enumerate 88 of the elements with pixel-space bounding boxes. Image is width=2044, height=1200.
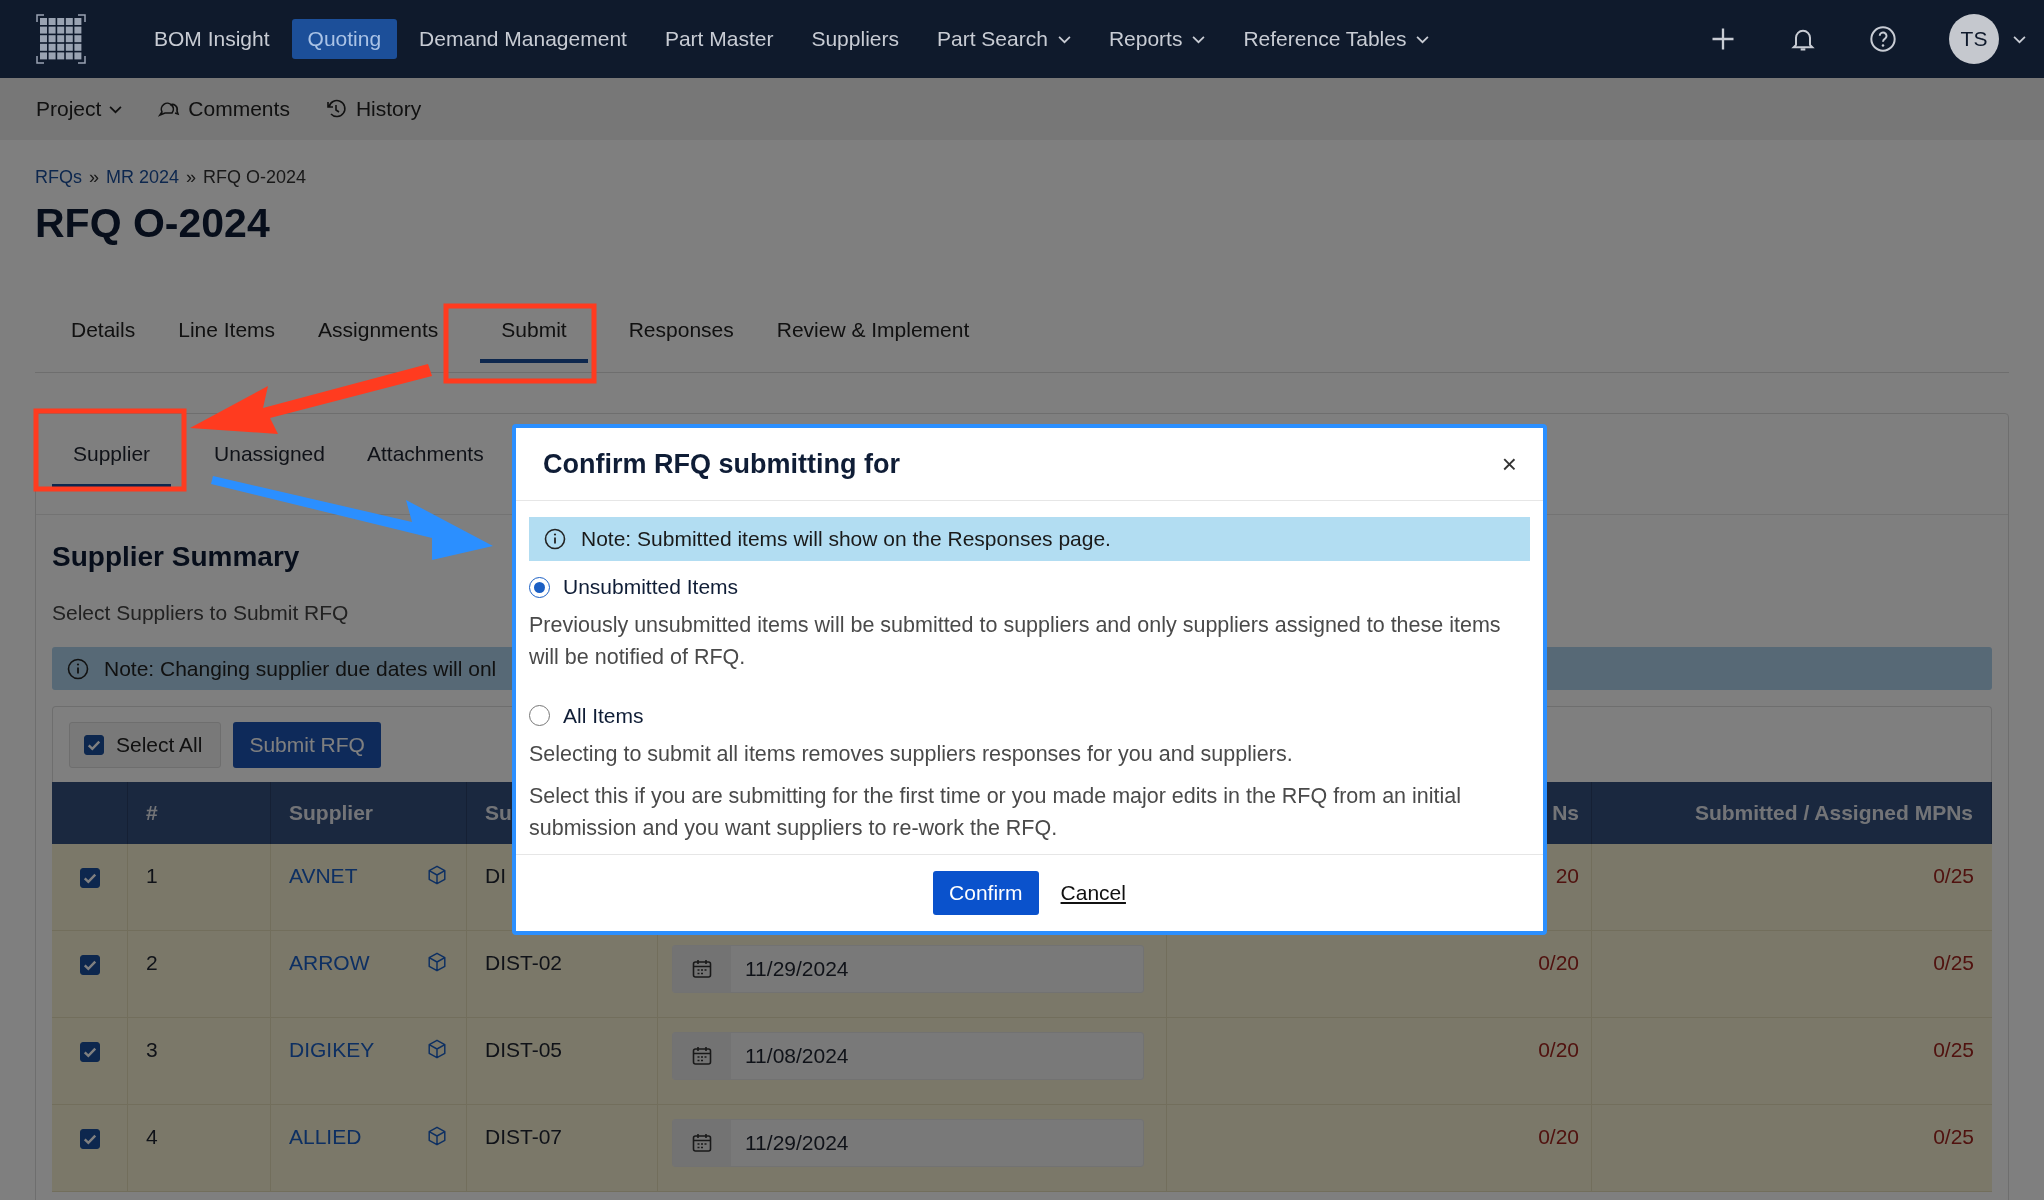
tab[interactable]: Supplier (52, 414, 172, 488)
section-subtitle: Select Suppliers to Submit RFQ (52, 601, 349, 625)
table-cell: 0/25 (1933, 951, 1974, 975)
option-description: Select this if you are submitting for the first time or you made major edits in the RFQ from an initial submission and you want suppliers to re-work the RFQ. (529, 782, 1463, 842)
table-cell: 0/25 (1933, 864, 1974, 888)
table-cell: 2 (146, 951, 158, 975)
checkbox[interactable] (84, 734, 104, 755)
breadcrumb-current: RFQ O-2024 (203, 167, 307, 188)
section-title: Supplier Summary (52, 541, 300, 573)
tab[interactable]: Unassigned (193, 414, 346, 488)
user-avatar[interactable]: TS (1949, 14, 1999, 64)
table-cell: DIST-07 (485, 1125, 563, 1149)
radio-option[interactable]: Unsubmitted Items (529, 575, 1530, 599)
table-cell: DI (485, 864, 506, 888)
nav-item[interactable]: Quoting (291, 19, 398, 59)
page-title: RFQ O-2024 (35, 200, 271, 247)
checkbox[interactable] (79, 955, 100, 975)
chevron-down-icon[interactable] (2013, 34, 2026, 44)
calendar-icon (690, 957, 714, 981)
dialog-title: Confirm RFQ submitting for (543, 448, 900, 480)
nav-item[interactable]: BOM Insight (138, 19, 286, 59)
cube-icon[interactable] (426, 864, 448, 886)
column-header: # (146, 801, 158, 825)
note-text: Note: Changing supplier due dates will onl (104, 656, 497, 681)
table-cell: 1 (146, 864, 158, 888)
tab[interactable]: Responses (607, 309, 755, 363)
table-cell: 3 (146, 1038, 158, 1062)
table-cell: DIST-05 (485, 1038, 563, 1062)
table-cell: 20 (1555, 864, 1579, 888)
table-cell: DIST-02 (485, 951, 563, 975)
submit-rfq-button[interactable]: Submit RFQ (233, 721, 381, 768)
calendar-icon (690, 1044, 714, 1068)
cube-icon[interactable] (426, 1125, 448, 1147)
tab[interactable]: Submit (480, 309, 588, 363)
checkbox[interactable] (79, 1042, 100, 1062)
tab[interactable]: Line Items (157, 309, 297, 363)
breadcrumb-link[interactable]: RFQs (35, 167, 82, 188)
tab[interactable]: Attachments (345, 414, 505, 488)
calendar-icon (690, 1131, 714, 1155)
column-header: Ns (1552, 801, 1579, 825)
cube-icon[interactable] (426, 1038, 448, 1060)
note-text: Note: Submitted items will show on the Responses page. (581, 527, 1111, 551)
table-cell: 0/20 (1538, 1125, 1579, 1149)
info-icon (66, 656, 90, 681)
option-description: Selecting to submit all items removes suppliers responses for you and suppliers. (529, 740, 1294, 768)
help-icon[interactable] (1869, 25, 1897, 53)
tab[interactable]: Details (50, 309, 157, 363)
breadcrumb-separator: » (186, 167, 197, 188)
nav-item[interactable]: Part Search (921, 19, 1087, 59)
info-icon (543, 527, 567, 551)
nav-item[interactable]: Part Master (648, 19, 790, 59)
table-cell: 0/25 (1933, 1038, 1974, 1062)
table-cell: 0/25 (1933, 1125, 1974, 1149)
supplier-link[interactable]: DIGIKEY (289, 1038, 375, 1062)
nav-item[interactable]: Reference Tables (1227, 19, 1446, 59)
tab[interactable]: Review & Implement (755, 309, 991, 363)
confirm-button[interactable]: Confirm (933, 871, 1039, 916)
breadcrumb-link[interactable]: MR 2024 (106, 167, 180, 188)
table-cell: 4 (146, 1125, 158, 1149)
tab[interactable]: Assignments (297, 309, 460, 363)
table-cell: 0/20 (1538, 951, 1579, 975)
checkbox[interactable] (79, 868, 100, 888)
supplier-link[interactable]: ARROW (289, 951, 370, 975)
toolbar-item[interactable]: History (323, 97, 422, 121)
toolbar-item[interactable]: Comments (156, 97, 290, 121)
supplier-link[interactable]: ALLIED (289, 1125, 362, 1149)
table-cell: 0/20 (1538, 1038, 1579, 1062)
select-all-button[interactable]: Select All (69, 721, 222, 768)
cancel-link[interactable]: Cancel (1060, 881, 1126, 906)
option-description: Previously unsubmitted items will be submitted to suppliers and only suppliers assigned to these items will be notified of RFQ. (529, 612, 1502, 672)
cube-icon[interactable] (426, 951, 448, 973)
toolbar-item[interactable]: Project (36, 97, 123, 121)
radio-option[interactable]: All Items (529, 703, 1530, 728)
chevron-down-icon (109, 104, 123, 114)
supplier-link[interactable]: AVNET (289, 864, 358, 888)
nav-item[interactable]: Reports (1092, 19, 1222, 59)
date-field[interactable]: 11/29/2024 (672, 1119, 1144, 1167)
column-header: Su (485, 801, 512, 825)
nav-item[interactable]: Demand Management (403, 19, 643, 59)
checkbox[interactable] (79, 1129, 100, 1149)
close-button[interactable]: × (1497, 448, 1521, 480)
column-header: Supplier (289, 801, 373, 825)
date-field[interactable]: 11/08/2024 (672, 1032, 1144, 1080)
date-field[interactable]: 11/29/2024 (672, 945, 1144, 993)
breadcrumb-separator: » (89, 167, 99, 188)
grid-logo-icon[interactable] (36, 14, 86, 64)
nav-item[interactable]: Suppliers (795, 19, 915, 59)
column-header: Submitted / Assigned MPNs (1694, 801, 1973, 825)
